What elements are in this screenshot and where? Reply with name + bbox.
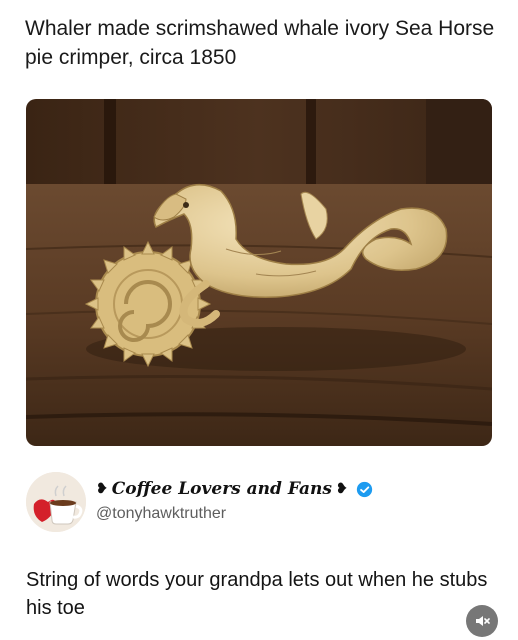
account-handle[interactable]: @tonyhawktruther <box>96 505 226 523</box>
post-body-text: String of words your grandpa lets out wh… <box>26 569 488 619</box>
seahorse-crimper-image <box>26 99 492 446</box>
account-avatar[interactable] <box>26 472 86 532</box>
account-name[interactable]: Coffee Lovers and Fans <box>112 479 332 499</box>
post-photo[interactable] <box>26 99 492 446</box>
heart-arrow-right-icon: ❥ <box>335 481 348 497</box>
post-author[interactable]: ❥ Coffee Lovers and Fans ❥ @tonyhawktrut… <box>26 472 496 532</box>
speaker-muted-icon <box>476 616 490 626</box>
mute-toggle-button[interactable] <box>466 605 498 637</box>
post-caption: Whaler made scrimshawed whale ivory Sea … <box>25 17 495 69</box>
heart-arrow-left-icon: ❥ <box>96 481 108 497</box>
coffee-cup-icon <box>26 472 86 532</box>
verified-badge-icon <box>356 481 372 497</box>
account-name-row[interactable]: ❥ Coffee Lovers and Fans ❥ <box>96 479 373 499</box>
